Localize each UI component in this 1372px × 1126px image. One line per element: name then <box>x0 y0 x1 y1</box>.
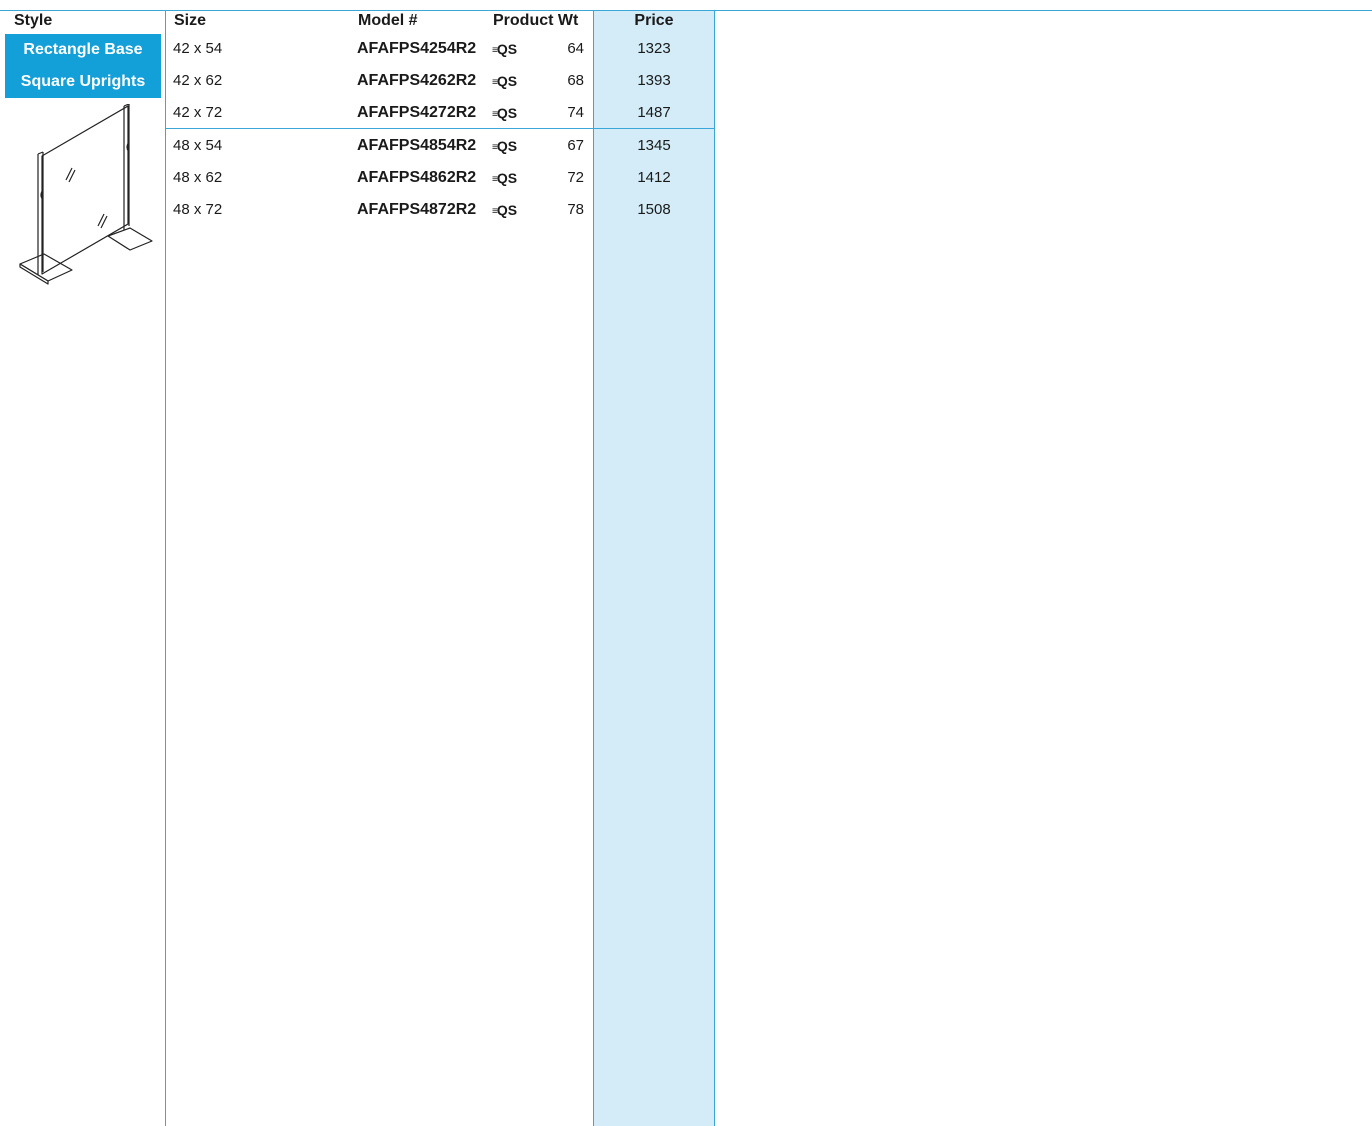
weight-cell: 68 <box>567 72 584 89</box>
header-price: Price <box>634 12 674 29</box>
quickship-badge: ≡QS <box>492 202 518 218</box>
model-cell: AFAFPS4254R2 <box>357 40 477 57</box>
size-cell: 42 x 62 <box>173 72 223 89</box>
model-cell: AFAFPS4272R2 <box>357 104 477 121</box>
model-cell: AFAFPS4872R2 <box>357 201 477 218</box>
size-cell: 42 x 72 <box>173 104 223 121</box>
weight-cell: 78 <box>567 201 584 218</box>
style-label-square-uprights: Square Uprights <box>5 66 161 98</box>
model-cell: AFAFPS4862R2 <box>357 169 477 186</box>
quickship-badge: ≡QS <box>492 170 518 186</box>
size-cell: 48 x 62 <box>173 169 223 186</box>
weight-cell: 72 <box>567 169 584 186</box>
group-divider <box>166 128 715 129</box>
price-cell: 1487 <box>637 104 671 121</box>
header-model: Model # <box>358 12 418 29</box>
price-cell: 1412 <box>637 169 671 186</box>
size-cell: 48 x 54 <box>173 137 223 154</box>
header-size: Size <box>174 12 207 29</box>
quickship-badge: ≡QS <box>492 138 518 154</box>
weight-cell: 74 <box>567 104 584 121</box>
product-illustration <box>19 104 153 285</box>
price-cell: 1345 <box>637 137 671 154</box>
style-label-rectangle-base: Rectangle Base <box>5 34 161 66</box>
quickship-badge: ≡QS <box>492 105 518 121</box>
weight-cell: 67 <box>567 137 584 154</box>
header-style: Style <box>14 12 53 29</box>
price-cell: 1393 <box>637 72 671 89</box>
quickship-badge: ≡QS <box>492 41 518 57</box>
size-cell: 42 x 54 <box>173 40 223 57</box>
quickship-badge: ≡QS <box>492 73 518 89</box>
size-cell: 48 x 72 <box>173 201 223 218</box>
price-cell: 1508 <box>637 201 671 218</box>
weight-cell: 64 <box>567 40 584 57</box>
model-cell: AFAFPS4854R2 <box>357 137 477 154</box>
price-cell: 1323 <box>637 40 671 57</box>
style-column-divider <box>165 10 166 1126</box>
header-weight: Product Wt <box>493 12 579 29</box>
model-cell: AFAFPS4262R2 <box>357 72 477 89</box>
